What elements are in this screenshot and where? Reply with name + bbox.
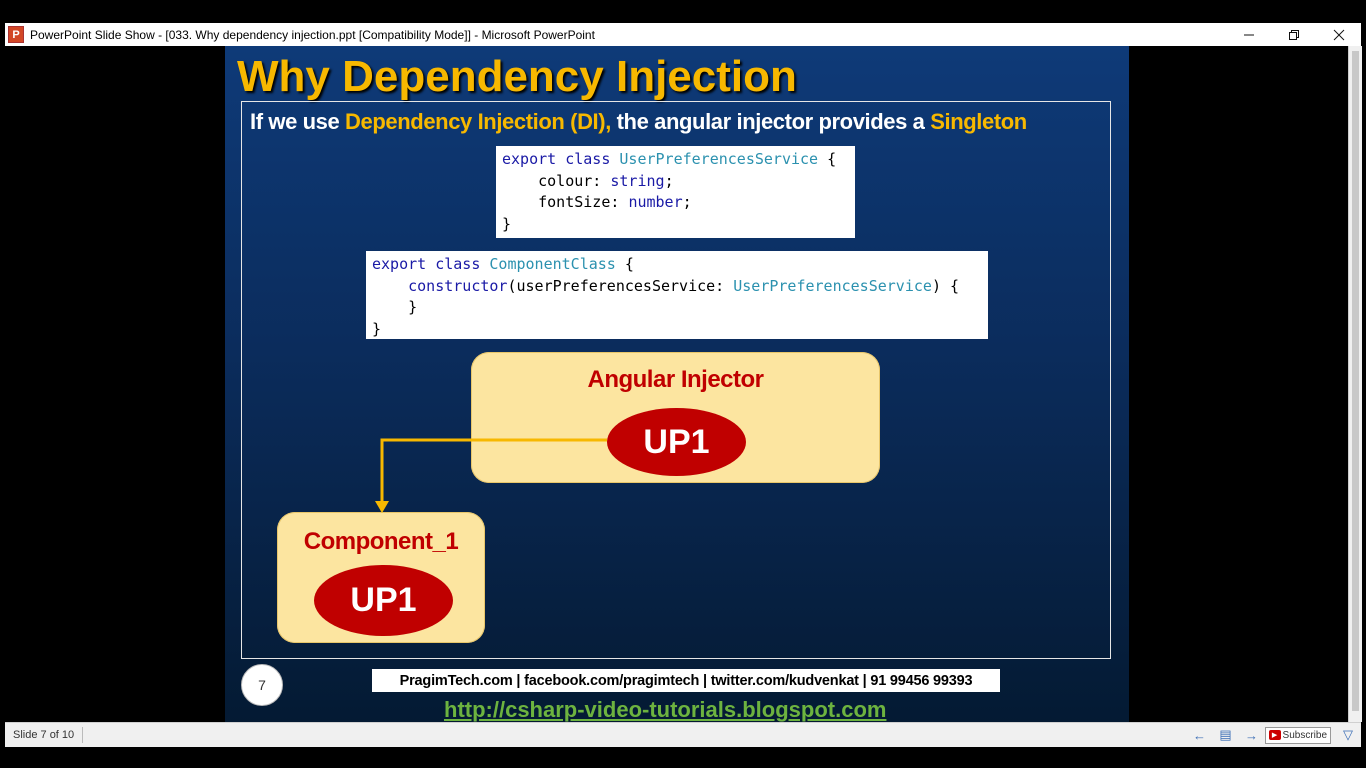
close-icon (1333, 29, 1344, 40)
page-icon: ▤ (1219, 727, 1232, 742)
status-bar: Slide 7 of 10 ← ▤ → ▶ Subscribe ▽ (5, 722, 1361, 747)
close-button[interactable] (1316, 23, 1361, 46)
subscribe-button[interactable]: ▶ Subscribe (1264, 726, 1331, 744)
restore-icon (1288, 29, 1299, 40)
filter-icon: ▽ (1343, 727, 1353, 742)
footer-contact-info: PragimTech.com | facebook.com/pragimtech… (372, 669, 1000, 692)
arrow-right-icon: → (1245, 727, 1259, 743)
scrollbar-thumb[interactable] (1352, 51, 1359, 711)
previous-slide-button[interactable]: ← (1187, 726, 1213, 744)
arrow-line (380, 438, 607, 504)
next-slide-button[interactable]: → (1239, 726, 1265, 744)
minimize-button[interactable] (1226, 23, 1271, 46)
restore-button[interactable] (1271, 23, 1316, 46)
powerpoint-app-icon: P (8, 26, 24, 43)
filter-menu-button[interactable]: ▽ (1335, 726, 1361, 744)
arrow-left-icon: ← (1193, 727, 1207, 743)
window-title-bar: P PowerPoint Slide Show - [033. Why depe… (5, 23, 1361, 46)
component-instance-ellipse: UP1 (314, 565, 453, 636)
slide-menu-button[interactable]: ▤ (1213, 726, 1239, 744)
subscribe-label: Subscribe (1282, 729, 1327, 741)
injector-instance-ellipse: UP1 (607, 408, 746, 476)
arrow-head (375, 501, 389, 513)
slide-number-badge: 7 (241, 664, 283, 706)
slide[interactable]: Why Dependency Injection If we use Depen… (225, 46, 1129, 722)
youtube-icon: ▶ (1268, 730, 1281, 740)
vertical-scrollbar[interactable] (1348, 46, 1362, 722)
slide-indicator: Slide 7 of 10 (5, 727, 84, 743)
minimize-icon (1243, 34, 1254, 35)
window-title: PowerPoint Slide Show - [033. Why depend… (30, 27, 595, 42)
footer-blog-link[interactable]: http://csharp-video-tutorials.blogspot.c… (444, 697, 886, 722)
